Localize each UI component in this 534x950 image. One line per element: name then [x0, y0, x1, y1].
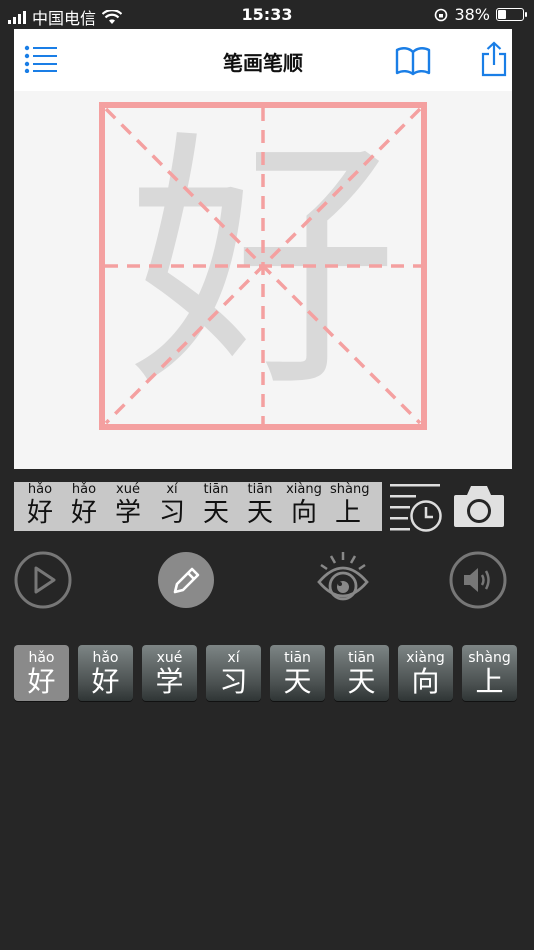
strip-char: tiān 天 — [242, 482, 278, 531]
strip-hanzi: 天 — [246, 498, 273, 528]
character-button[interactable]: xué 学 — [142, 645, 197, 701]
camera-icon[interactable] — [452, 483, 506, 529]
orientation-lock-icon — [435, 8, 448, 21]
strip-char: xué 学 — [110, 482, 146, 531]
status-bar: 中国电信 15:33 38% — [0, 0, 534, 30]
char-hanzi: 习 — [219, 665, 248, 698]
char-hanzi: 学 — [155, 665, 184, 698]
char-pinyin: xué — [156, 650, 183, 666]
strip-char: xiàng 向 — [286, 482, 322, 531]
battery-percent: 38% — [454, 5, 490, 24]
character-button[interactable]: hǎo 好 — [78, 645, 133, 701]
character-button[interactable]: tiān 天 — [334, 645, 389, 701]
character-button[interactable]: hǎo 好 — [14, 645, 69, 701]
sentence-strip: hǎo 好 hǎo 好 xué 学 xí 习 tiān 天 tiān 天 xiàng 向 shàng 上 — [14, 482, 382, 531]
strip-hanzi: 习 — [158, 498, 185, 528]
character-buttons: hǎo 好 hǎo 好 xué 学 xí 习 tiān 天 tiān 天 xiàng 向 shàng 上 — [14, 645, 517, 701]
strip-pinyin: shàng — [330, 482, 370, 497]
char-pinyin: hǎo — [28, 650, 55, 666]
strip-hanzi: 好 — [26, 498, 53, 528]
strip-pinyin: xiàng — [286, 482, 322, 497]
character-button[interactable]: xiàng 向 — [398, 645, 453, 701]
play-icon[interactable] — [14, 551, 72, 609]
eye-icon[interactable] — [313, 548, 373, 610]
strip-char: shàng 上 — [330, 482, 370, 531]
strip-char: hǎo 好 — [66, 482, 102, 531]
char-hanzi: 向 — [411, 665, 440, 698]
char-pinyin: shàng — [468, 650, 511, 666]
history-list-icon[interactable] — [388, 482, 444, 534]
book-icon[interactable] — [395, 46, 431, 76]
strip-hanzi: 学 — [114, 498, 141, 528]
char-pinyin: tiān — [284, 650, 311, 666]
main-panel: 笔画笔顺 好 — [14, 29, 512, 469]
writing-canvas[interactable]: 好 — [14, 91, 512, 469]
strip-char: hǎo 好 — [22, 482, 58, 531]
strip-hanzi: 天 — [202, 498, 229, 528]
strip-pinyin: hǎo — [27, 482, 53, 497]
char-hanzi: 上 — [475, 665, 504, 698]
char-pinyin: tiān — [348, 650, 375, 666]
strip-hanzi: 上 — [334, 498, 361, 528]
char-pinyin: hǎo — [92, 650, 119, 666]
tianzige-grid — [99, 102, 427, 430]
strip-hanzi: 好 — [70, 498, 97, 528]
char-hanzi: 好 — [27, 665, 56, 698]
page-title: 笔画笔顺 — [223, 51, 303, 75]
status-right: 38% — [434, 5, 527, 24]
char-hanzi: 天 — [283, 665, 312, 698]
char-pinyin: xí — [227, 650, 240, 666]
strip-pinyin: xué — [116, 482, 140, 497]
strip-hanzi: 向 — [290, 498, 317, 528]
char-pinyin: xiàng — [406, 650, 445, 666]
strip-pinyin: hǎo — [71, 482, 97, 497]
speaker-icon[interactable] — [449, 551, 507, 609]
share-icon[interactable] — [480, 41, 508, 77]
strip-pinyin: tiān — [247, 482, 273, 497]
character-button[interactable]: xí 习 — [206, 645, 261, 701]
strip-char: tiān 天 — [198, 482, 234, 531]
char-hanzi: 好 — [91, 665, 120, 698]
strip-pinyin: xí — [166, 482, 178, 497]
character-button[interactable]: tiān 天 — [270, 645, 325, 701]
strip-char: xí 习 — [154, 482, 190, 531]
pencil-icon[interactable] — [157, 551, 215, 609]
char-hanzi: 天 — [347, 665, 376, 698]
battery-icon — [496, 8, 527, 21]
navbar: 笔画笔顺 — [14, 29, 512, 91]
strip-pinyin: tiān — [203, 482, 229, 497]
character-button[interactable]: shàng 上 — [462, 645, 517, 701]
